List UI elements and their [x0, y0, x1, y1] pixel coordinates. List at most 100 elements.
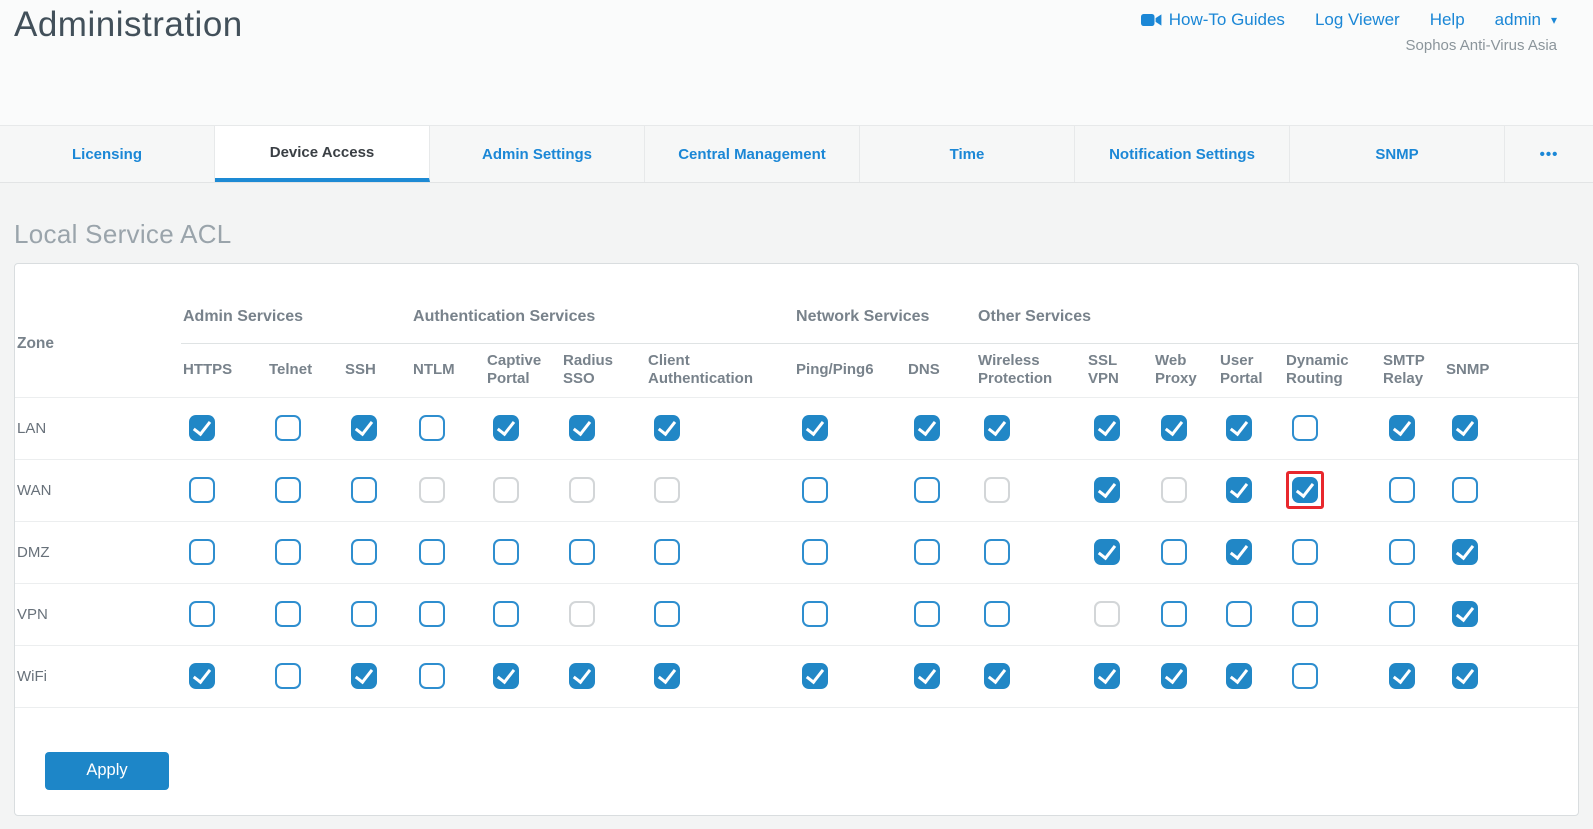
- dns-checkbox-vpn[interactable]: [914, 601, 940, 627]
- client-authentication-checkbox-lan[interactable]: [654, 415, 680, 441]
- telnet-checkbox-dmz[interactable]: [275, 539, 301, 565]
- help-link[interactable]: Help: [1430, 10, 1465, 30]
- tab-admin-settings[interactable]: Admin Settings: [430, 126, 645, 182]
- dynamic-routing-checkbox-vpn[interactable]: [1292, 601, 1318, 627]
- tab-device-access[interactable]: Device Access: [215, 126, 430, 182]
- client-authentication-checkbox-dmz[interactable]: [654, 539, 680, 565]
- tab-time[interactable]: Time: [860, 126, 1075, 182]
- tab-snmp[interactable]: SNMP: [1290, 126, 1505, 182]
- ping-ping6-checkbox-lan[interactable]: [802, 415, 828, 441]
- telnet-checkbox-lan[interactable]: [275, 415, 301, 441]
- ntlm-checkbox-wifi[interactable]: [419, 663, 445, 689]
- ssh-checkbox-wan[interactable]: [351, 477, 377, 503]
- user-portal-checkbox-lan[interactable]: [1226, 415, 1252, 441]
- ntlm-checkbox-lan[interactable]: [419, 415, 445, 441]
- captive-portal-checkbox-dmz[interactable]: [493, 539, 519, 565]
- dns-checkbox-wifi[interactable]: [914, 663, 940, 689]
- snmp-checkbox-dmz[interactable]: [1452, 539, 1478, 565]
- checkbox-wrap: [1088, 533, 1126, 571]
- ssh-checkbox-dmz[interactable]: [351, 539, 377, 565]
- user-portal-checkbox-vpn[interactable]: [1226, 601, 1252, 627]
- radius-sso-checkbox-lan[interactable]: [569, 415, 595, 441]
- tab-notification-settings[interactable]: Notification Settings: [1075, 126, 1290, 182]
- checkbox-wrap: [269, 409, 307, 447]
- ssl-vpn-checkbox-dmz[interactable]: [1094, 539, 1120, 565]
- captive-portal-checkbox-lan[interactable]: [493, 415, 519, 441]
- captive-portal-checkbox-vpn[interactable]: [493, 601, 519, 627]
- group-header-network-services: Network Services: [794, 291, 976, 343]
- tab-central-management[interactable]: Central Management: [645, 126, 860, 182]
- smtp-relay-checkbox-wifi[interactable]: [1389, 663, 1415, 689]
- admin-menu-button[interactable]: admin ▾: [1495, 10, 1557, 30]
- https-checkbox-wifi[interactable]: [189, 663, 215, 689]
- dns-checkbox-lan[interactable]: [914, 415, 940, 441]
- telnet-checkbox-wifi[interactable]: [275, 663, 301, 689]
- ssh-checkbox-wifi[interactable]: [351, 663, 377, 689]
- ntlm-checkbox-dmz[interactable]: [419, 539, 445, 565]
- checkbox-wrap: [487, 533, 525, 571]
- smtp-relay-checkbox-vpn[interactable]: [1389, 601, 1415, 627]
- wireless-protection-checkbox-dmz[interactable]: [984, 539, 1010, 565]
- ssl-vpn-checkbox-wan[interactable]: [1094, 477, 1120, 503]
- telnet-checkbox-vpn[interactable]: [275, 601, 301, 627]
- ssl-vpn-checkbox-wifi[interactable]: [1094, 663, 1120, 689]
- group-header-admin-services: Admin Services: [181, 291, 411, 343]
- dns-checkbox-wan[interactable]: [914, 477, 940, 503]
- user-portal-checkbox-dmz[interactable]: [1226, 539, 1252, 565]
- web-proxy-checkbox-vpn[interactable]: [1161, 601, 1187, 627]
- user-portal-checkbox-wifi[interactable]: [1226, 663, 1252, 689]
- checkbox-wrap: [563, 657, 601, 695]
- https-checkbox-wan[interactable]: [189, 477, 215, 503]
- ssh-checkbox-lan[interactable]: [351, 415, 377, 441]
- snmp-checkbox-wifi[interactable]: [1452, 663, 1478, 689]
- smtp-relay-checkbox-wan[interactable]: [1389, 477, 1415, 503]
- web-proxy-checkbox-wifi[interactable]: [1161, 663, 1187, 689]
- ping-ping6-checkbox-wifi[interactable]: [802, 663, 828, 689]
- dns-checkbox-dmz[interactable]: [914, 539, 940, 565]
- user-portal-checkbox-wan[interactable]: [1226, 477, 1252, 503]
- wireless-protection-checkbox-wifi[interactable]: [984, 663, 1010, 689]
- ssl-vpn-checkbox-lan[interactable]: [1094, 415, 1120, 441]
- dynamic-routing-checkbox-lan[interactable]: [1292, 415, 1318, 441]
- telnet-checkbox-wan[interactable]: [275, 477, 301, 503]
- web-proxy-checkbox-dmz[interactable]: [1161, 539, 1187, 565]
- radius-sso-checkbox-wifi[interactable]: [569, 663, 595, 689]
- https-checkbox-vpn[interactable]: [189, 601, 215, 627]
- smtp-relay-checkbox-dmz[interactable]: [1389, 539, 1415, 565]
- client-authentication-checkbox-vpn[interactable]: [654, 601, 680, 627]
- checkbox-wrap: [563, 595, 601, 633]
- checkbox-wrap: [1286, 533, 1324, 571]
- how-to-guides-link[interactable]: How-To Guides: [1141, 10, 1285, 30]
- web-proxy-checkbox-lan[interactable]: [1161, 415, 1187, 441]
- dynamic-routing-checkbox-wifi[interactable]: [1292, 663, 1318, 689]
- https-checkbox-dmz[interactable]: [189, 539, 215, 565]
- wireless-protection-checkbox-vpn[interactable]: [984, 601, 1010, 627]
- column-header-dns: DNS: [906, 343, 976, 397]
- column-header-https: HTTPS: [181, 343, 267, 397]
- tab-licensing[interactable]: Licensing: [0, 126, 215, 182]
- wireless-protection-checkbox-lan[interactable]: [984, 415, 1010, 441]
- checkbox-wrap: [978, 657, 1016, 695]
- snmp-checkbox-lan[interactable]: [1452, 415, 1478, 441]
- radius-sso-checkbox-dmz[interactable]: [569, 539, 595, 565]
- ping-ping6-checkbox-dmz[interactable]: [802, 539, 828, 565]
- more-tabs-button[interactable]: •••: [1505, 126, 1593, 182]
- captive-portal-checkbox-wifi[interactable]: [493, 663, 519, 689]
- smtp-relay-checkbox-lan[interactable]: [1389, 415, 1415, 441]
- ping-ping6-checkbox-vpn[interactable]: [802, 601, 828, 627]
- https-checkbox-lan[interactable]: [189, 415, 215, 441]
- client-authentication-checkbox-wifi[interactable]: [654, 663, 680, 689]
- log-viewer-link[interactable]: Log Viewer: [1315, 10, 1400, 30]
- checkbox-wrap: [1286, 657, 1324, 695]
- ping-ping6-checkbox-wan[interactable]: [802, 477, 828, 503]
- checkbox-wrap: [269, 533, 307, 571]
- group-header-other-services: Other Services: [976, 291, 1578, 343]
- ntlm-checkbox-vpn[interactable]: [419, 601, 445, 627]
- snmp-checkbox-vpn[interactable]: [1452, 601, 1478, 627]
- radius-sso-checkbox-wan: [569, 477, 595, 503]
- snmp-checkbox-wan[interactable]: [1452, 477, 1478, 503]
- dynamic-routing-checkbox-wan[interactable]: [1292, 477, 1318, 503]
- apply-button[interactable]: Apply: [45, 752, 169, 790]
- ssh-checkbox-vpn[interactable]: [351, 601, 377, 627]
- dynamic-routing-checkbox-dmz[interactable]: [1292, 539, 1318, 565]
